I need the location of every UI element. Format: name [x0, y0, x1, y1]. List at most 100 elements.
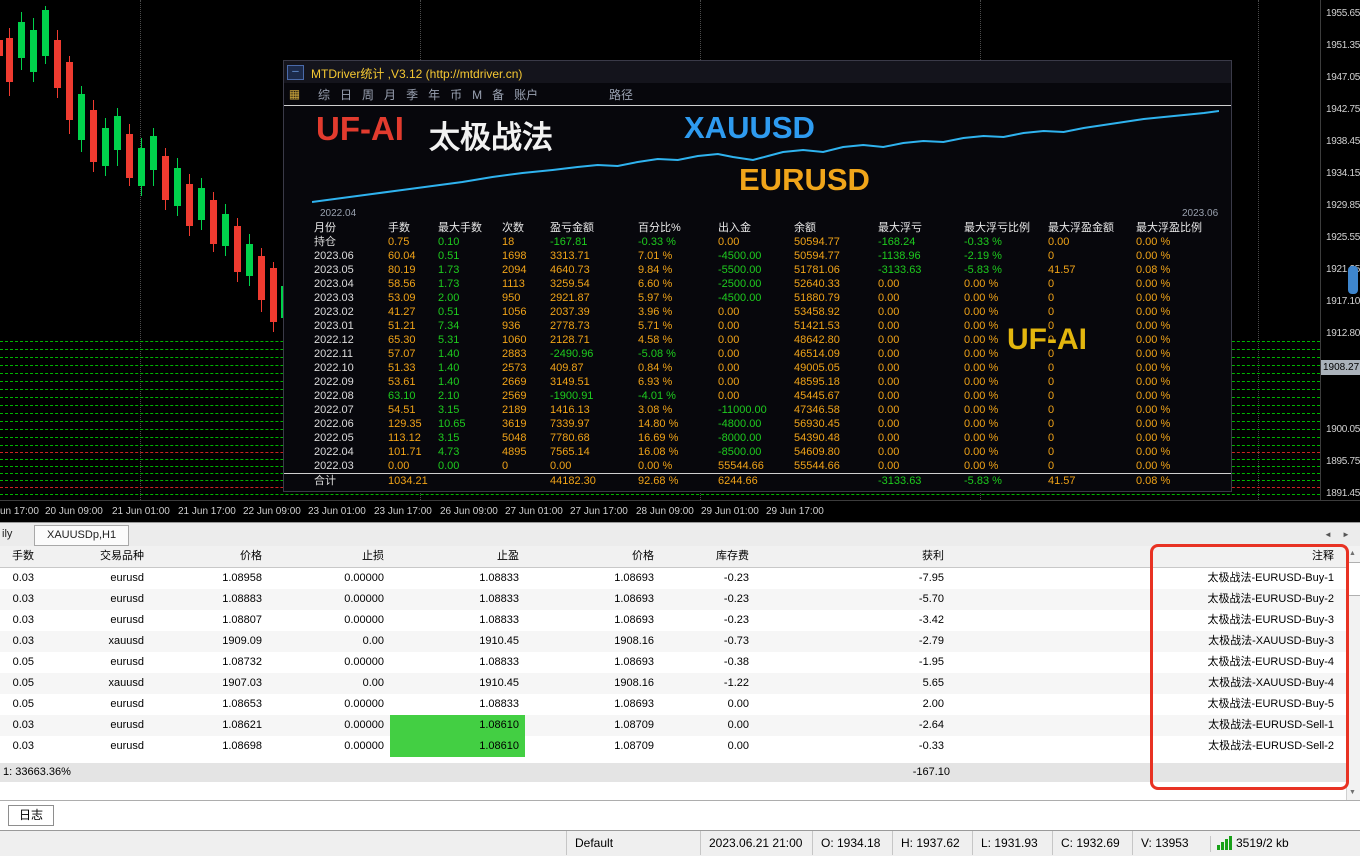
orders-column-header[interactable]: 注释	[1140, 546, 1340, 567]
menu-item[interactable]: 综	[318, 88, 330, 102]
orders-column-header[interactable]: 止损	[268, 546, 390, 567]
orders-column-header[interactable]: 价格	[525, 546, 660, 567]
orders-column-header[interactable]: 止盈	[390, 546, 525, 567]
stats-row: 2023.06 60.04 0.51 1698 3313.71 7.01 % -4500.0…	[284, 249, 1231, 263]
orders-column-header[interactable]: 价格	[150, 546, 268, 567]
time-tick: 21 Jun 01:00	[112, 506, 170, 517]
stat-cell: 2022.07	[314, 404, 354, 416]
scroll-down-icon[interactable]: ▼	[1349, 789, 1356, 796]
stat-cell: 47346.58	[794, 404, 840, 416]
menu-item[interactable]: 日	[340, 88, 352, 102]
stat-cell: 0.00 %	[1136, 404, 1171, 416]
stat-cell: 3.08 %	[638, 404, 673, 416]
stats-table: 月份 手数 最大手数 次数 盈亏金额 百分比% 出入金 余额 最大浮亏 最大浮亏比例 最大浮盈金额 最…	[284, 221, 1231, 489]
swap-cell: -0.23	[723, 593, 749, 605]
stat-cell: 最大浮亏比例	[964, 222, 1030, 234]
stat-cell: 0.00 %	[964, 362, 999, 374]
stat-cell: -5500.00	[718, 264, 762, 276]
stat-cell: 0.00 %	[1136, 306, 1171, 318]
time-tick: 29 Jun 01:00	[701, 506, 759, 517]
sl-cell: 0.00000	[344, 572, 384, 584]
stat-cell: 出入金	[718, 222, 751, 234]
menu-item[interactable]: M	[472, 88, 482, 102]
profit-cell: -7.95	[918, 572, 944, 584]
tab-daily-partial[interactable]: ily	[2, 528, 12, 540]
menu-item[interactable]: 账户	[514, 88, 538, 102]
stat-cell: 950	[502, 292, 521, 304]
orders-column-header[interactable]: 手数	[0, 546, 40, 567]
candle-body	[246, 244, 253, 276]
stat-cell: 54390.48	[794, 432, 840, 444]
chart-date-start: 2022.04	[320, 208, 357, 219]
stat-cell: -0.33 %	[638, 236, 676, 248]
stats-row: 2022.11 57.07 1.40 2883 -2490.96 -5.08 % 0.00 4…	[284, 347, 1231, 361]
stat-cell: 0.00 %	[1136, 250, 1171, 262]
menu-item[interactable]: 备	[492, 88, 504, 102]
order-row[interactable]: 0.03 xauusd 1909.09 0.00 1910.45 1908.16 -0.73…	[0, 631, 1346, 652]
order-row[interactable]: 0.05 eurusd 1.08732 0.00000 1.08833 1.08693 -0…	[0, 652, 1346, 673]
order-row[interactable]: 0.03 eurusd 1.08958 0.00000 1.08833 1.08693 -0…	[0, 568, 1346, 589]
candle-body	[42, 10, 49, 56]
time-tick: 20 Jun 09:00	[45, 506, 103, 517]
profile-selector[interactable]: Default	[566, 831, 709, 855]
symbol-cell: eurusd	[110, 593, 144, 605]
order-row[interactable]: 0.03 eurusd 1.08807 0.00000 1.08833 1.08693 -0…	[0, 610, 1346, 631]
order-row[interactable]: 0.05 xauusd 1907.03 0.00 1910.45 1908.16 -1.22…	[0, 673, 1346, 694]
minimize-button[interactable]: ─	[287, 65, 304, 80]
label-strategy: 太极战法	[429, 120, 553, 155]
tabs-scroll-right-icon[interactable]: ►	[1342, 530, 1350, 539]
stat-cell: 0.00 %	[964, 376, 999, 388]
orders-column-header[interactable]: 库存费	[660, 546, 755, 567]
panel-titlebar[interactable]: ─ MTDriver统计 ,V3.12 (http://mtdriver.cn)	[284, 61, 1231, 83]
order-row[interactable]: 0.03 eurusd 1.08621 0.00000 1.08610 1.08709 0.…	[0, 715, 1346, 736]
order-row[interactable]: 0.03 eurusd 1.08698 0.00000 1.08610 1.08709 0.…	[0, 736, 1346, 757]
symbol-cell: eurusd	[110, 719, 144, 731]
stat-cell: -2490.96	[550, 348, 594, 360]
stat-cell: -4800.00	[718, 418, 762, 430]
orders-scrollbar[interactable]: ▲ ▼	[1346, 546, 1360, 800]
tabs-scroll-left-icon[interactable]: ◄	[1324, 530, 1332, 539]
orders-column-header[interactable]: 获利	[755, 546, 950, 567]
scroll-up-icon[interactable]: ▲	[1349, 550, 1356, 557]
stat-cell: 0.00	[878, 418, 900, 430]
menu-item-path[interactable]: 路径	[609, 86, 633, 103]
scrollbar-thumb[interactable]	[1348, 562, 1360, 596]
stat-cell: 0.00	[878, 460, 900, 472]
stat-cell: 1698	[502, 250, 527, 262]
stat-cell: 0.00 %	[1136, 292, 1171, 304]
total-profit: -167.10	[912, 766, 950, 778]
menu-item[interactable]: 周	[362, 88, 374, 102]
stat-cell: 0.00 %	[1136, 362, 1171, 374]
candle-body	[30, 30, 37, 72]
price-tick: 1955.65	[1326, 8, 1360, 19]
current-price-cell: 1908.16	[614, 677, 654, 689]
orders-column-header[interactable]	[950, 546, 1140, 567]
chart-scrollbar-thumb[interactable]	[1348, 266, 1358, 294]
menu-item[interactable]: 月	[384, 88, 396, 102]
tab-xauusdp-h1[interactable]: XAUUSDp,H1	[34, 525, 130, 546]
stat-cell: 4895	[502, 446, 527, 458]
tab-journal[interactable]: 日志	[8, 805, 55, 826]
stat-cell: 48595.18	[794, 376, 840, 388]
stat-cell: 1416.13	[550, 404, 590, 416]
menu-item[interactable]: 币	[450, 88, 462, 102]
menu-item[interactable]: 季	[406, 88, 418, 102]
stat-cell: 1056	[502, 306, 527, 318]
stat-cell: 80.19	[388, 264, 416, 276]
stat-cell: 0.00	[878, 404, 900, 416]
stat-cell: 1113	[502, 278, 525, 290]
order-row[interactable]: 0.05 eurusd 1.08653 0.00000 1.08833 1.08693 0.…	[0, 694, 1346, 715]
menu-item[interactable]: 年	[428, 88, 440, 102]
data-size: 3519/2 kb	[1236, 836, 1289, 850]
orders-column-header[interactable]: 交易品种	[40, 546, 150, 567]
stat-cell: 3.15	[438, 432, 460, 444]
tp-cell: 1.08833	[479, 698, 519, 710]
order-row[interactable]: 0.03 eurusd 1.08883 0.00000 1.08833 1.08693 -0…	[0, 589, 1346, 610]
stat-cell: 1.40	[438, 362, 460, 374]
symbol-cell: eurusd	[110, 656, 144, 668]
stats-total-row: 合计 1034.21 44182.30 92.68 % 6244.66 -3133.63 -…	[284, 473, 1231, 489]
stats-row: 2023.05 80.19 1.73 2094 4640.73 9.84 % -5500.0…	[284, 263, 1231, 277]
stat-cell: 16.69 %	[638, 432, 679, 444]
stats-row: 2023.04 58.56 1.73 1113 3259.54 6.60 % -2500.0…	[284, 277, 1231, 291]
stat-cell: 2.00	[438, 292, 460, 304]
